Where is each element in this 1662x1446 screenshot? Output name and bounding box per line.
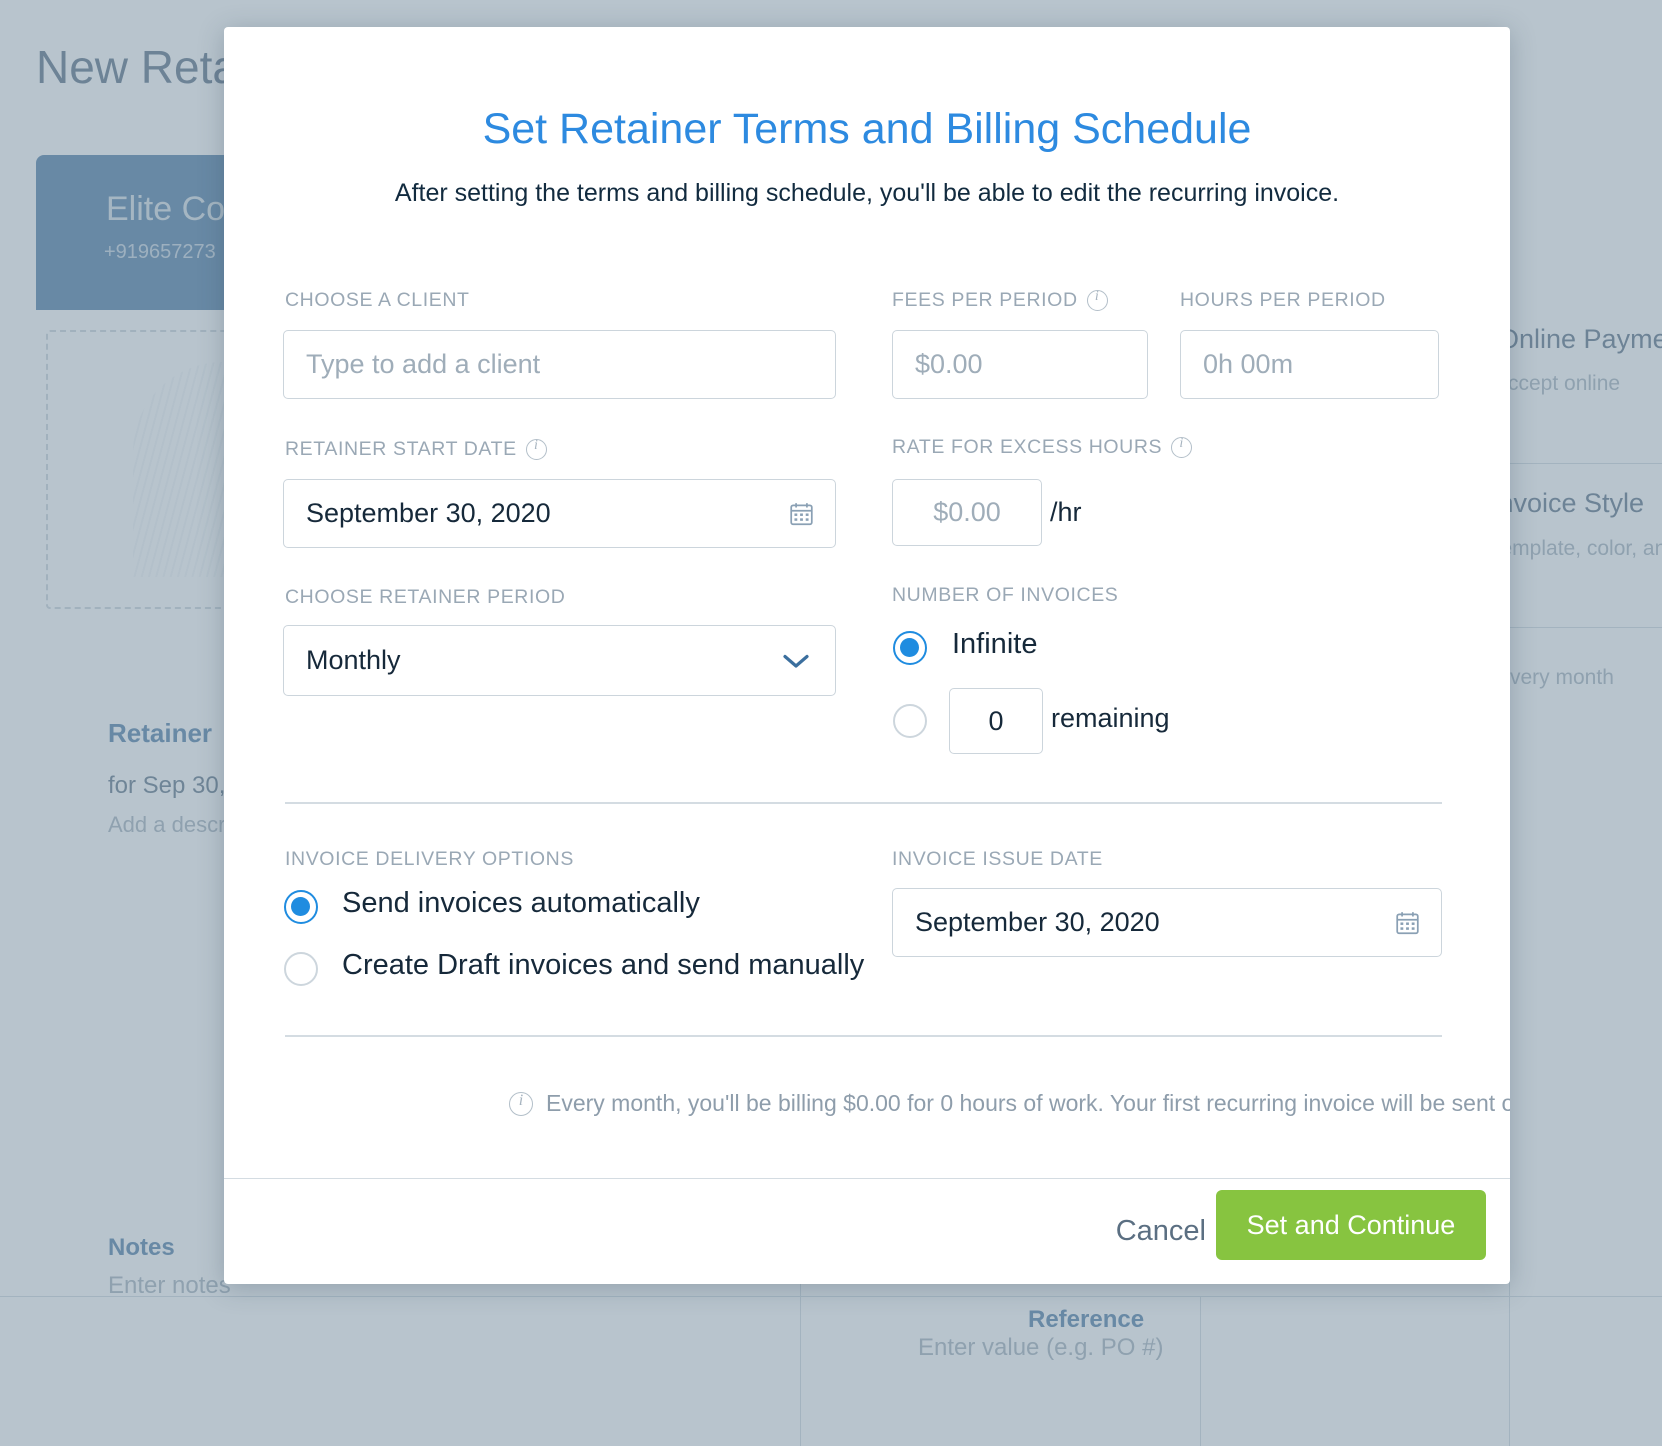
- client-card-phone: +919657273: [104, 241, 216, 263]
- radio-invoices-remaining-label: remaining: [1051, 703, 1170, 733]
- panel-heading-online-payments: Online Payments: [1498, 324, 1662, 354]
- section-divider-1: [285, 802, 1442, 804]
- cancel-button[interactable]: Cancel: [1102, 1205, 1220, 1258]
- table-divider-vertical-2: [1200, 1296, 1201, 1446]
- radio-invoices-infinite[interactable]: [893, 631, 927, 665]
- label-invoice-delivery-options: INVOICE DELIVERY OPTIONS: [285, 848, 574, 871]
- radio-send-automatically-label: Send invoices automatically: [342, 887, 700, 919]
- set-and-continue-button[interactable]: Set and Continue: [1216, 1190, 1486, 1260]
- label-text: NUMBER OF INVOICES: [892, 584, 1119, 606]
- modal-footer: Cancel Set and Continue: [224, 1178, 1510, 1284]
- label-text: RATE FOR EXCESS HOURS: [892, 436, 1163, 458]
- panel-heading-invoice-style: Invoice Style: [1491, 488, 1645, 518]
- label-invoice-issue-date: INVOICE ISSUE DATE: [892, 848, 1103, 871]
- info-icon: [509, 1091, 533, 1116]
- modal-title: Set Retainer Terms and Billing Schedule: [482, 105, 1252, 153]
- fees-per-period-input[interactable]: $0.00: [892, 330, 1148, 399]
- label-text: CHOOSE A CLIENT: [285, 289, 470, 311]
- label-text: INVOICE ISSUE DATE: [892, 848, 1103, 870]
- label-choose-retainer-period: CHOOSE RETAINER PERIOD: [285, 586, 565, 609]
- retainer-heading: Retainer: [108, 718, 213, 748]
- modal-subtitle: After setting the terms and billing sche…: [394, 179, 1340, 207]
- info-icon[interactable]: [1086, 289, 1108, 311]
- calendar-icon[interactable]: [788, 501, 815, 527]
- rate-suffix: /hr: [1050, 497, 1082, 527]
- info-icon[interactable]: [525, 438, 547, 460]
- retainer-period-select[interactable]: Monthly: [283, 625, 836, 696]
- screen: New Retainer Elite Consulting +919657273…: [0, 0, 1662, 1446]
- panel-subtext-online-payments: Accept online: [1494, 372, 1621, 395]
- retainer-start-date-input[interactable]: September 30, 2020: [283, 479, 836, 548]
- hours-per-period-input[interactable]: 0h 00m: [1180, 330, 1439, 399]
- radio-send-automatically[interactable]: [284, 890, 318, 924]
- reference-input[interactable]: Enter value (e.g. PO #): [918, 1334, 1163, 1362]
- label-rate-for-excess-hours: RATE FOR EXCESS HOURS: [892, 436, 1193, 459]
- calendar-icon[interactable]: [1394, 910, 1421, 936]
- summary-row: Every month, you'll be billing $0.00 for…: [509, 1090, 1510, 1117]
- radio-create-draft[interactable]: [284, 952, 318, 986]
- radio-invoices-infinite-label: Infinite: [952, 628, 1038, 660]
- modal-body: Set Retainer Terms and Billing Schedule …: [224, 27, 1510, 1179]
- reference-heading: Reference: [1028, 1306, 1145, 1333]
- panel-row-divider: [1509, 463, 1662, 464]
- section-divider-2: [285, 1035, 1442, 1037]
- panel-subtext-frequency: Every month: [1496, 666, 1614, 689]
- label-hours-per-period: HOURS PER PERIOD: [1180, 289, 1386, 312]
- label-text: FEES PER PERIOD: [892, 289, 1078, 311]
- invoice-issue-date-input[interactable]: September 30, 2020: [892, 888, 1442, 957]
- label-text: RETAINER START DATE: [285, 438, 517, 460]
- label-retainer-start-date: RETAINER START DATE: [285, 438, 547, 461]
- label-text: CHOOSE RETAINER PERIOD: [285, 586, 566, 608]
- label-choose-a-client: CHOOSE A CLIENT: [285, 289, 470, 312]
- label-text: INVOICE DELIVERY OPTIONS: [285, 848, 574, 870]
- label-number-of-invoices: NUMBER OF INVOICES: [892, 584, 1118, 607]
- panel-row-divider: [1509, 627, 1662, 628]
- chevron-down-icon[interactable]: [783, 653, 809, 668]
- radio-invoices-remaining[interactable]: [893, 704, 927, 738]
- invoices-remaining-input[interactable]: 0: [949, 688, 1043, 754]
- rate-for-excess-hours-input[interactable]: $0.00: [892, 479, 1042, 546]
- retainer-terms-modal: Set Retainer Terms and Billing Schedule …: [224, 27, 1510, 1284]
- panel-subtext-invoice-style: Template, color, and logo: [1490, 537, 1662, 560]
- table-divider-horizontal: [0, 1296, 1662, 1297]
- info-icon[interactable]: [1171, 436, 1193, 458]
- label-fees-per-period: FEES PER PERIOD: [892, 289, 1108, 312]
- label-text: HOURS PER PERIOD: [1180, 289, 1386, 311]
- radio-create-draft-label: Create Draft invoices and send manually: [342, 949, 865, 981]
- summary-text: Every month, you'll be billing $0.00 for…: [546, 1090, 1510, 1116]
- notes-heading: Notes: [108, 1234, 175, 1261]
- client-input[interactable]: Type to add a client: [283, 330, 836, 399]
